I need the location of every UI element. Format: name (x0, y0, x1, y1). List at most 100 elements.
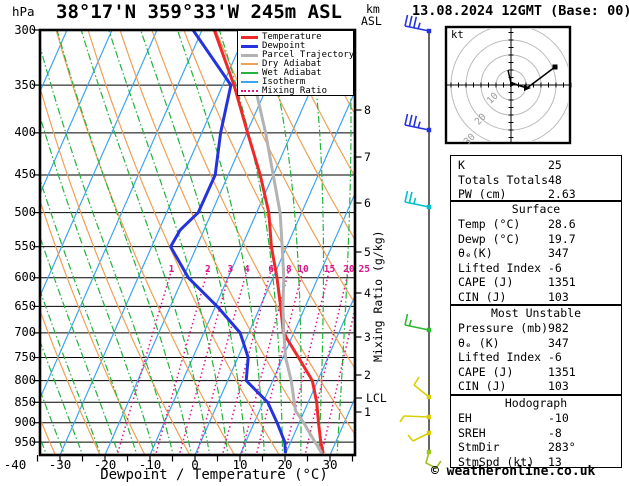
pressure-tick-label: 550 (14, 239, 36, 254)
stat-value: -10 (548, 411, 569, 425)
stat-row: Temp (°C) 28.6 (451, 217, 621, 232)
mixing-ratio-value-label: 3 (227, 263, 234, 275)
stat-label: EH (458, 411, 472, 425)
page-title: 38°17'N 359°33'W 245m ASL (56, 1, 342, 23)
pressure-tick-label: 400 (14, 125, 36, 140)
wet-adiabat-swatch (241, 72, 258, 74)
panel-title: Surface (511, 202, 561, 216)
pressure-tick-label: 950 (14, 434, 36, 449)
temperature-tick-label: 0 (191, 457, 199, 472)
temperature-line-swatch (241, 35, 258, 39)
stat-row: Totals Totals 48 (451, 173, 621, 188)
km-tick-label: 4 (364, 286, 371, 300)
stat-row: CAPE (J) 1351 (451, 275, 621, 290)
pressure-tick-label: 450 (14, 167, 36, 182)
km-tick-label: 5 (364, 245, 371, 259)
sounding-page: hPa 38°17'N 359°33'W 245m ASL km ASL 13.… (0, 0, 629, 486)
most-unstable-panel: Most Unstable Pressure (mb) 982 θₑ (K) 347… (450, 305, 622, 395)
stat-label: CIN (J) (458, 289, 507, 304)
stat-label: StmDir (458, 440, 500, 455)
temperature-tick-label: -20 (93, 457, 117, 472)
pressure-tick-label: 500 (14, 205, 36, 220)
pressure-tick-label: 650 (14, 298, 36, 313)
stat-label: PW (cm) (458, 187, 507, 202)
stat-value: 2.63 (548, 187, 576, 202)
stat-row: CIN (J) 103 (451, 379, 621, 394)
stat-row: CAPE (J) 1351 (451, 365, 621, 380)
altitude-unit-asl-label: ASL (361, 14, 382, 28)
legend-label: Mixing Ratio (262, 85, 328, 96)
km-tick-label: 6 (364, 196, 371, 210)
stat-value: 103 (548, 379, 569, 394)
mixing-ratio-value-label: 1 (168, 263, 175, 275)
stat-label: K (458, 158, 465, 172)
pressure-tick-label: 850 (14, 394, 36, 409)
mixing-ratio-swatch (241, 89, 258, 92)
surface-panel: Surface Temp (°C) 28.6 Dewp (°C) 19.7 θₑ(K… (450, 201, 622, 305)
temperature-tick-label: -10 (138, 457, 162, 472)
stat-row: Pressure (mb) 982 (451, 321, 621, 336)
pressure-tick-label: 300 (14, 22, 36, 37)
stat-value: 48 (548, 172, 562, 187)
temperature-tick-label: 30 (322, 457, 338, 472)
stat-label: θₑ(K) (458, 246, 493, 261)
stat-value: -8 (548, 425, 562, 440)
mixing-ratio-value-label: 4 (244, 263, 250, 275)
stat-row: Dewp (°C) 19.7 (451, 232, 621, 247)
parcel-line-swatch (241, 53, 258, 57)
mixing-ratio-value-label: 2 (205, 263, 211, 275)
wind-barb-column (399, 14, 442, 470)
stat-label: Totals Totals (458, 172, 549, 187)
stat-value: 19.7 (548, 231, 576, 246)
stat-label: CAPE (J) (458, 275, 514, 290)
stat-value: 1351 (548, 364, 576, 379)
panel-title: Hodograph (504, 396, 568, 410)
stat-row: SREH -8 (451, 426, 621, 441)
stat-label: Pressure (mb) (458, 321, 549, 335)
indices-panel: K 25 Totals Totals 48 PW (cm) 2.63 (450, 155, 622, 201)
pressure-unit-label: hPa (12, 4, 35, 19)
mixing-ratio-value-label: 6 (268, 263, 274, 275)
stat-label: Dewp (°C) (458, 231, 521, 246)
stat-row: StmDir 283° (451, 440, 621, 455)
stat-value: 1351 (548, 275, 576, 290)
mixing-ratio-value-label: 20 (343, 263, 355, 275)
panel-title: Most Unstable (490, 306, 581, 320)
stat-label: Temp (°C) (458, 217, 521, 231)
mixing-ratio-value-label: 15 (323, 263, 336, 275)
mixing-ratio-axis-label: Mixing Ratio (g/kg) (371, 230, 385, 362)
stat-value: 28.6 (548, 217, 576, 231)
temperature-tick-label: 10 (232, 457, 248, 472)
stat-value: 103 (548, 289, 569, 304)
stat-row: CIN (J) 103 (451, 290, 621, 305)
stat-row: K 25 (451, 158, 621, 173)
km-tick-label: 2 (364, 368, 371, 382)
datetime-label: 13.08.2024 12GMT (Base: 00) (412, 3, 629, 19)
stat-row: θₑ (K) 347 (451, 336, 621, 351)
pressure-tick-label: 350 (14, 77, 36, 92)
stat-value: 25 (548, 158, 562, 172)
pressure-tick-label: 600 (14, 270, 36, 285)
stat-label: SREH (458, 425, 486, 440)
hodograph-unit-label: kt (451, 29, 464, 41)
temperature-tick-label: -40 (3, 457, 27, 472)
stat-value: 347 (548, 246, 569, 261)
stat-label: CAPE (J) (458, 364, 514, 379)
pressure-tick-label: 800 (14, 373, 36, 388)
hodograph-plot (444, 25, 572, 145)
stat-row: θₑ(K) 347 (451, 246, 621, 261)
km-tick-label: 1 (364, 405, 371, 419)
stat-row: EH -10 (451, 411, 621, 426)
legend-box: Temperature Dewpoint Parcel Trajectory D… (237, 30, 354, 96)
stat-value: -6 (548, 260, 562, 275)
mixing-ratio-value-label: 25 (358, 263, 370, 275)
credit-link[interactable]: © weatheronline.co.uk (431, 464, 595, 479)
stat-label: Lifted Index (458, 350, 542, 365)
dry-adiabat-swatch (241, 63, 258, 66)
stat-row: Lifted Index -6 (451, 261, 621, 276)
lcl-label: LCL (366, 391, 387, 405)
pressure-tick-label: 750 (14, 350, 36, 365)
stat-label: CIN (J) (458, 379, 507, 394)
legend-item: Mixing Ratio (238, 85, 353, 96)
pressure-tick-label: 900 (14, 415, 36, 430)
